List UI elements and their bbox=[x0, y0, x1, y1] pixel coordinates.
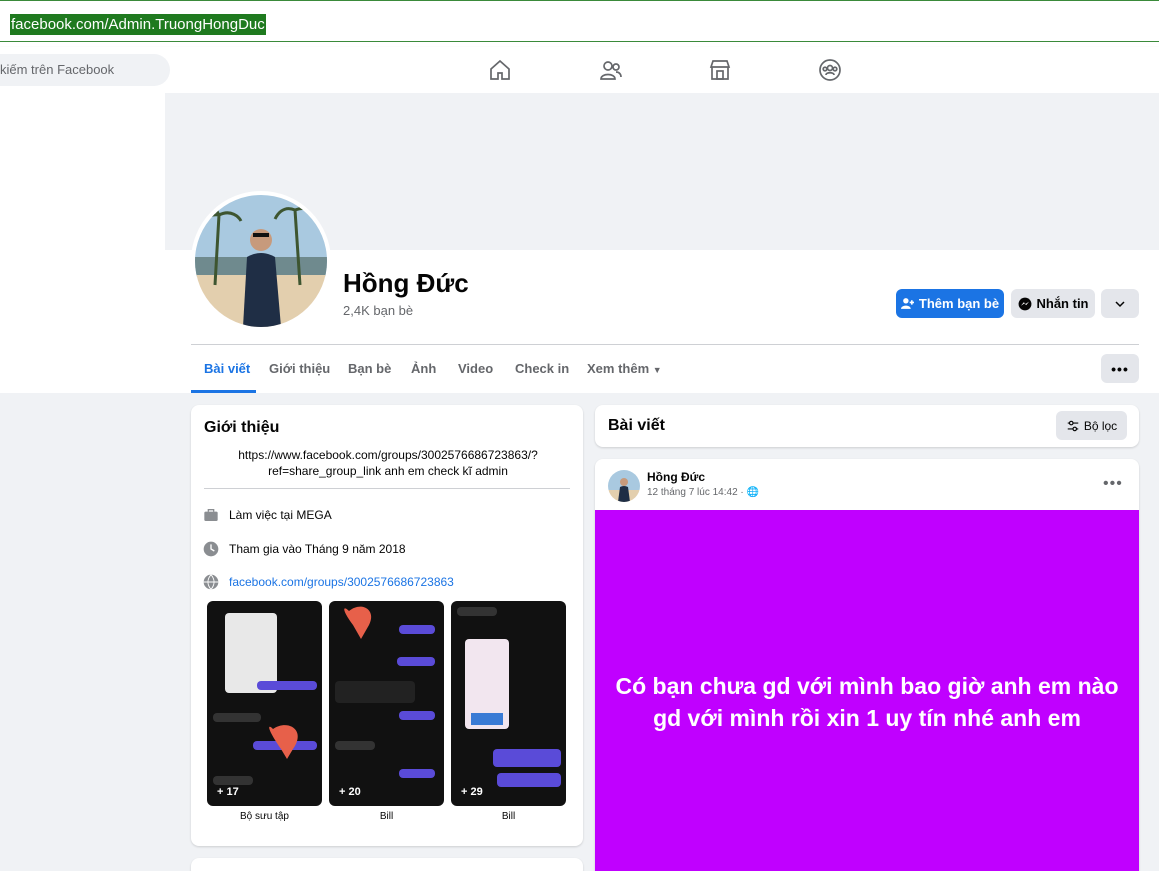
filter-label: Bộ lọc bbox=[1083, 418, 1118, 433]
post-more-button[interactable]: ••• bbox=[1103, 475, 1123, 493]
bio-line-1: https://www.facebook.com/groups/30025766… bbox=[238, 448, 538, 462]
bio-line-2: ref=share_group_link anh em check kĩ adm… bbox=[268, 464, 508, 478]
tab-video[interactable]: Video bbox=[458, 361, 493, 376]
profile-avatar[interactable] bbox=[191, 191, 331, 331]
top-navigation: kiếm trên Facebook bbox=[0, 47, 1159, 93]
home-icon[interactable] bbox=[488, 58, 512, 82]
work-text: Làm việc tại MEGA bbox=[229, 508, 332, 522]
featured-count-2: + 20 bbox=[339, 786, 361, 798]
tab-more[interactable]: Xem thêm ▼ bbox=[587, 361, 662, 376]
website-link[interactable]: facebook.com/groups/3002576686723863 bbox=[229, 575, 454, 589]
briefcase-icon bbox=[204, 509, 218, 521]
filter-icon bbox=[1067, 420, 1079, 431]
browser-address-bar[interactable]: facebook.com/Admin.TruongHongDuc bbox=[0, 0, 1159, 47]
address-bar-border bbox=[0, 41, 1159, 42]
marketplace-icon[interactable] bbox=[708, 58, 732, 82]
intro-title: Giới thiệu bbox=[204, 419, 280, 436]
tab-check-in[interactable]: Check in bbox=[515, 361, 569, 376]
featured-label-1: Bộ sưu tập bbox=[240, 811, 289, 822]
post-text: Có bạn chưa gd với mình bao giờ anh em n… bbox=[595, 510, 1139, 871]
post-author-avatar[interactable] bbox=[608, 470, 640, 502]
featured-label-2: Bill bbox=[379, 811, 394, 822]
post-card: Hồng Đức 12 tháng 7 lúc 14:42 · 🌐 ••• Có… bbox=[595, 459, 1139, 871]
globe-icon bbox=[203, 574, 219, 590]
featured-count-1: + 17 bbox=[217, 786, 239, 798]
messenger-icon bbox=[1018, 297, 1031, 310]
intro-divider bbox=[204, 488, 570, 489]
chevron-down-icon bbox=[1115, 300, 1125, 307]
friends-icon[interactable] bbox=[599, 58, 623, 82]
website-info: facebook.com/groups/3002576686723863 bbox=[203, 574, 454, 590]
tab-posts[interactable]: Bài viết bbox=[204, 361, 250, 376]
posts-header-title: Bài viết bbox=[608, 417, 665, 434]
intro-card: Giới thiệu https://www.facebook.com/grou… bbox=[191, 405, 583, 846]
url-text[interactable]: facebook.com/Admin.TruongHongDuc bbox=[10, 14, 266, 35]
intro-bio: https://www.facebook.com/groups/30025766… bbox=[219, 447, 557, 479]
tab-photos[interactable]: Ảnh bbox=[411, 361, 436, 376]
search-input[interactable]: kiếm trên Facebook bbox=[0, 54, 170, 86]
joined-text: Tham gia vào Tháng 9 năm 2018 bbox=[229, 542, 406, 556]
add-friend-button[interactable]: Thêm bạn bè bbox=[896, 289, 1004, 318]
featured-label-3: Bill bbox=[501, 811, 516, 822]
work-info: Làm việc tại MEGA bbox=[203, 507, 332, 523]
left-panel bbox=[0, 93, 165, 393]
tab-more-options-button[interactable]: ••• bbox=[1101, 354, 1139, 383]
groups-icon[interactable] bbox=[818, 58, 842, 82]
next-card bbox=[191, 858, 583, 871]
post-timestamp[interactable]: 12 tháng 7 lúc 14:42 · 🌐 bbox=[647, 487, 759, 498]
public-globe-icon: 🌐 bbox=[746, 487, 759, 498]
clock-icon bbox=[203, 541, 219, 557]
add-friend-label: Thêm bạn bè bbox=[918, 296, 1000, 311]
tab-about[interactable]: Giới thiệu bbox=[269, 361, 330, 376]
profile-name: Hồng Đức bbox=[343, 268, 469, 298]
tab-more-label: Xem thêm bbox=[587, 361, 650, 376]
message-label: Nhắn tin bbox=[1036, 296, 1089, 311]
message-button[interactable]: Nhắn tin bbox=[1011, 289, 1095, 318]
featured-collection-1[interactable]: + 17 bbox=[207, 601, 322, 806]
featured-collection-2[interactable]: + 20 bbox=[329, 601, 444, 806]
active-tab-indicator bbox=[191, 390, 256, 393]
tab-friends[interactable]: Bạn bè bbox=[348, 361, 391, 376]
post-author-name[interactable]: Hồng Đức bbox=[647, 470, 705, 484]
more-options-button[interactable] bbox=[1101, 289, 1139, 318]
joined-info: Tham gia vào Tháng 9 năm 2018 bbox=[203, 541, 406, 557]
caret-down-icon: ▼ bbox=[652, 365, 662, 375]
featured-count-3: + 29 bbox=[461, 786, 483, 798]
profile-divider bbox=[191, 344, 1139, 345]
filter-button[interactable]: Bộ lọc bbox=[1056, 411, 1127, 440]
featured-collection-3[interactable]: + 29 bbox=[451, 601, 566, 806]
post-time-text: 12 tháng 7 lúc 14:42 · bbox=[647, 487, 744, 498]
friends-count[interactable]: 2,4K bạn bè bbox=[343, 303, 413, 318]
more-dots-icon: ••• bbox=[1111, 360, 1129, 377]
add-friend-icon bbox=[900, 298, 914, 309]
posts-header-card: Bài viết Bộ lọc bbox=[595, 405, 1139, 447]
